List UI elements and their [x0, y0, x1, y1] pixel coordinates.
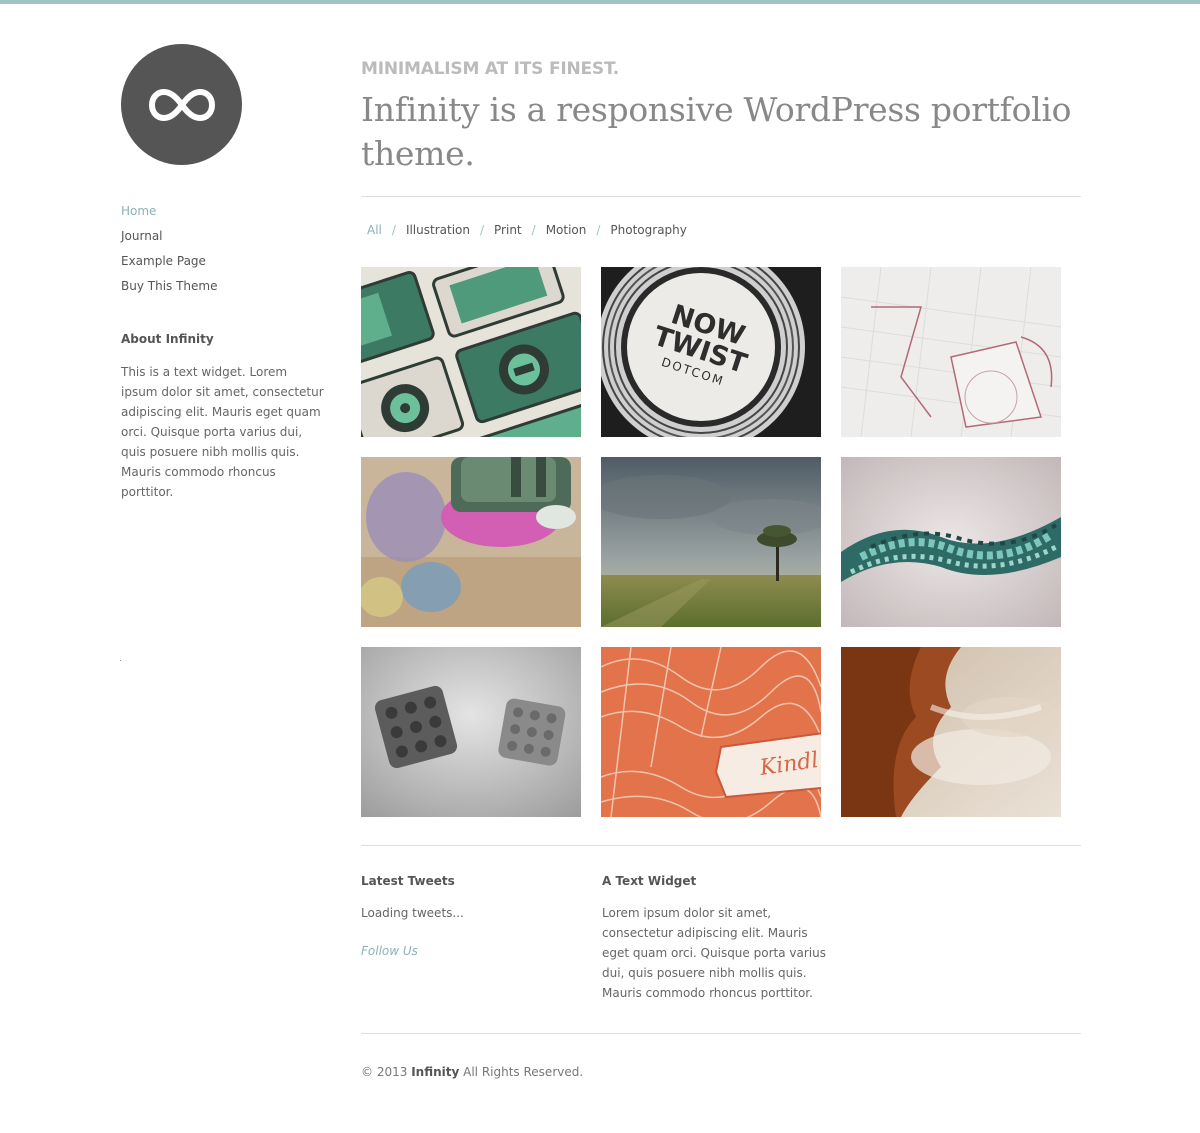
infinity-icon [148, 88, 215, 121]
about-widget-title: About Infinity [121, 332, 214, 346]
header-divider [361, 196, 1081, 197]
tweets-widget-title: Latest Tweets [361, 874, 455, 888]
portfolio-item-twisted-mosaic[interactable] [841, 457, 1061, 627]
portfolio-item-orange-engraving[interactable]: Kindl [601, 647, 821, 817]
top-accent-bar [0, 0, 1200, 4]
letterpress-thumbnail [841, 267, 1061, 437]
grid-divider [361, 845, 1081, 846]
now-twist-thumbnail: NOW TWIST DOTCOM [601, 267, 821, 437]
filter-print[interactable]: Print [494, 223, 522, 237]
portfolio-item-lego-dice[interactable] [361, 647, 581, 817]
portfolio-item-letterpress[interactable] [841, 267, 1061, 437]
filter-all[interactable]: All [367, 223, 382, 237]
footer-divider [361, 1033, 1081, 1034]
portfolio-item-blurred-toy[interactable] [361, 457, 581, 627]
filter-separator: / [479, 223, 485, 237]
text-widget-body: Lorem ipsum dolor sit amet, consectetur … [602, 906, 826, 1000]
lego-dice-thumbnail [361, 647, 581, 817]
twisted-mosaic-thumbnail [841, 457, 1061, 627]
portfolio-item-lone-tree[interactable] [601, 457, 821, 627]
site-headline: Infinity is a responsive WordPress portf… [361, 90, 1072, 173]
copyright: © 2013 Infinity All Rights Reserved. [361, 1065, 583, 1079]
copyright-year: © 2013 [361, 1065, 408, 1079]
filter-separator: / [596, 223, 601, 237]
portfolio-item-now-twist[interactable]: NOW TWIST DOTCOM [601, 267, 821, 437]
filter-photography[interactable]: Photography [610, 223, 686, 237]
nav-item-home[interactable]: Home [121, 199, 217, 224]
nav-item-journal[interactable]: Journal [121, 224, 217, 249]
lone-tree-thumbnail [601, 457, 821, 627]
copyright-brand[interactable]: Infinity [411, 1065, 459, 1079]
follow-us-link[interactable]: Follow Us [361, 944, 418, 958]
about-widget-text: This is a text widget. Lorem ipsum dolor… [121, 365, 324, 499]
tweets-status: Loading tweets... [361, 906, 464, 920]
portfolio-item-retro-radio[interactable] [361, 267, 581, 437]
site-logo[interactable] [121, 44, 242, 165]
portfolio-filter: All / Illustration / Print / Motion / Ph… [367, 223, 687, 237]
stray-dot [120, 660, 121, 661]
filter-separator: / [531, 223, 536, 237]
orange-engraving-thumbnail: Kindl [601, 647, 821, 817]
portfolio-item-smoke-rock[interactable] [841, 647, 1061, 817]
text-widget-title: A Text Widget [602, 874, 697, 888]
copyright-rights: All Rights Reserved. [463, 1065, 584, 1079]
site-tagline: MINIMALISM AT ITS FINEST. [361, 59, 620, 79]
filter-motion[interactable]: Motion [546, 223, 587, 237]
retro-radio-thumbnail [361, 267, 581, 437]
filter-illustration[interactable]: Illustration [406, 223, 470, 237]
blurred-toy-thumbnail [361, 457, 581, 627]
main-navigation: Home Journal Example Page Buy This Theme [121, 199, 217, 299]
smoke-rock-thumbnail [841, 647, 1061, 817]
filter-separator: / [391, 223, 396, 237]
nav-item-example-page[interactable]: Example Page [121, 249, 217, 274]
nav-item-buy-this-theme[interactable]: Buy This Theme [121, 274, 217, 299]
